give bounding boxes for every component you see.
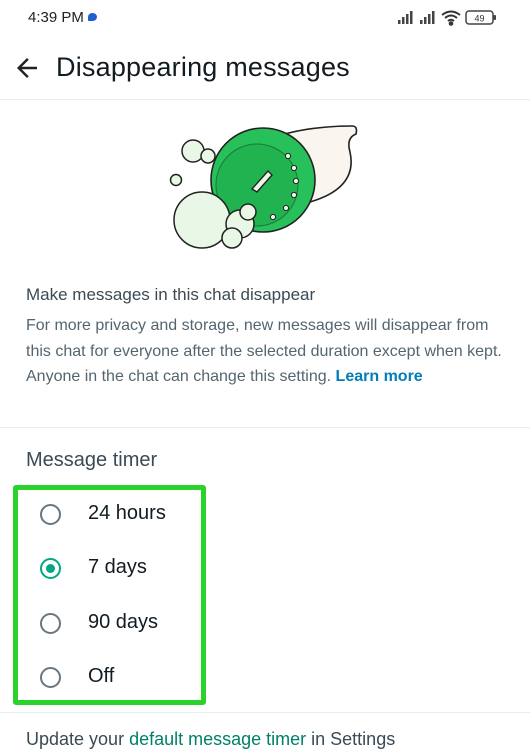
notification-icon — [88, 13, 97, 21]
arrow-left-icon — [17, 58, 37, 78]
timer-option-90-days[interactable]: 90 days — [36, 603, 186, 643]
settings-footer: Update your default message timer in Set… — [26, 729, 395, 750]
wifi-icon — [441, 10, 461, 26]
timer-option-7-days[interactable]: 7 days — [36, 548, 186, 588]
disappearing-timer-illustration — [169, 125, 358, 249]
timer-option-label: 90 days — [88, 611, 159, 633]
info-heading: Make messages in this chat disappear — [26, 285, 316, 304]
timer-option-off[interactable]: Off — [36, 657, 186, 697]
status-icons: 49 — [398, 10, 496, 26]
timer-option-label: Off — [88, 665, 115, 687]
signal-icon — [420, 11, 435, 24]
description-text: For more privacy and storage, new messag… — [26, 317, 502, 385]
learn-more-link[interactable]: Learn more — [336, 368, 423, 385]
back-button[interactable] — [12, 53, 42, 83]
footer-suffix: in Settings — [306, 729, 396, 749]
page-title: Disappearing messages — [56, 52, 350, 82]
radio-button[interactable] — [40, 667, 61, 688]
timer-option-label: 7 days — [88, 556, 147, 578]
footer-prefix: Update your — [26, 729, 130, 749]
info-description: For more privacy and storage, new messag… — [26, 313, 511, 390]
timer-option-label: 24 hours — [88, 502, 166, 524]
footer-divider — [0, 712, 530, 713]
header-divider — [0, 99, 530, 100]
battery-level: 49 — [474, 13, 484, 23]
signal-icon — [398, 11, 413, 24]
radio-button-selected[interactable] — [40, 558, 61, 579]
timer-option-24-hours[interactable]: 24 hours — [36, 494, 186, 534]
radio-button[interactable] — [40, 613, 61, 634]
app-bar: Disappearing messages — [0, 40, 530, 100]
default-timer-link[interactable]: default message timer — [129, 729, 306, 749]
radio-button[interactable] — [40, 504, 61, 525]
timer-heading: Message timer — [26, 449, 158, 471]
status-bar: 4:39 PM 49 — [0, 0, 530, 36]
battery-icon: 49 — [465, 10, 496, 25]
status-time: 4:39 PM — [28, 9, 84, 26]
section-divider — [0, 427, 530, 428]
